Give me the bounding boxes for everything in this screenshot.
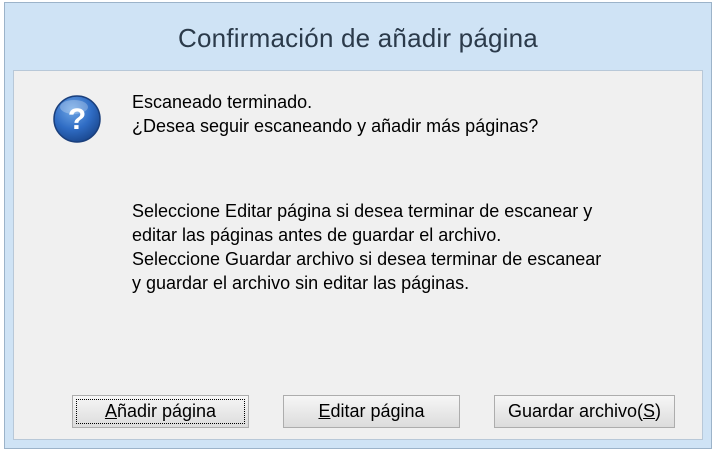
- add-page-button[interactable]: Añadir página: [72, 395, 249, 428]
- info-message: Seleccione Editar página si desea termin…: [132, 199, 601, 295]
- dialog-body: ? Escaneado terminado. ¿Desea seguir esc…: [13, 70, 703, 440]
- title-bar[interactable]: Confirmación de añadir página: [5, 3, 711, 69]
- main-message: Escaneado terminado. ¿Desea seguir escan…: [132, 90, 538, 138]
- svg-text:?: ?: [68, 103, 86, 136]
- info-line: Seleccione Editar página si desea termin…: [132, 201, 593, 221]
- question-icon: ?: [53, 95, 101, 143]
- message-line: ¿Desea seguir escaneando y añadir más pá…: [132, 116, 539, 136]
- edit-page-button[interactable]: Editar página: [283, 395, 460, 428]
- message-line: Escaneado terminado.: [132, 92, 313, 112]
- dialog-title: Confirmación de añadir página: [178, 22, 538, 53]
- info-line: Seleccione Guardar archivo si desea term…: [132, 249, 602, 269]
- save-file-button[interactable]: Guardar archivo(S): [494, 395, 675, 428]
- info-line: editar las páginas antes de guardar el a…: [132, 225, 502, 245]
- edit-page-label: Editar página: [318, 401, 425, 421]
- info-line: y guardar el archivo sin editar las pági…: [132, 273, 470, 293]
- confirmation-dialog: Confirmación de añadir página ? Escanead…: [4, 2, 712, 449]
- save-file-label: Guardar archivo(S): [507, 401, 662, 421]
- add-page-label: Añadir página: [104, 401, 217, 421]
